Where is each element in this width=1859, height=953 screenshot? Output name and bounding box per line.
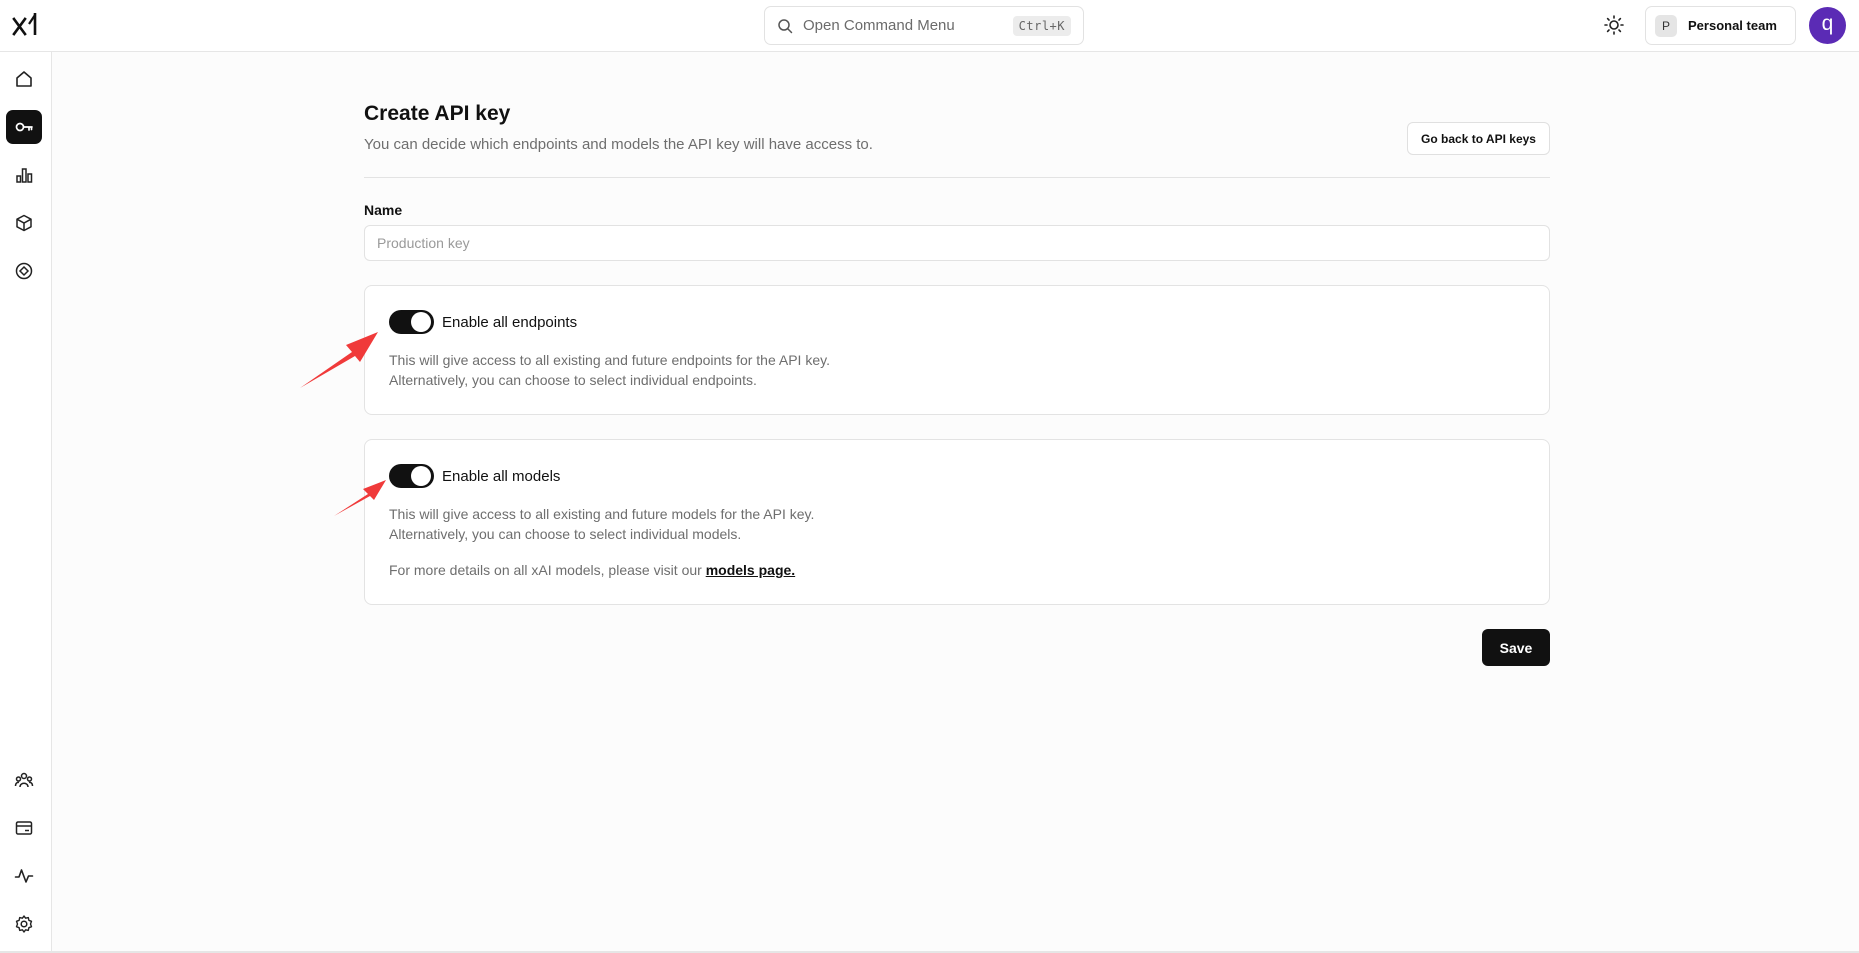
- sun-icon[interactable]: [1603, 14, 1625, 36]
- sidebar-item-team[interactable]: [6, 763, 42, 797]
- sidebar-item-home[interactable]: [6, 62, 42, 96]
- key-icon: [15, 122, 33, 132]
- models-desc-line2: Alternatively, you can choose to select …: [389, 526, 742, 542]
- endpoints-description: This will give access to all existing an…: [389, 350, 830, 390]
- xai-logo[interactable]: [10, 10, 40, 40]
- endpoints-card: Enable all endpoints This will give acce…: [364, 285, 1550, 415]
- name-label: Name: [364, 202, 403, 218]
- sidebar-item-billing[interactable]: [6, 811, 42, 845]
- command-menu-button[interactable]: Open Command Menu Ctrl+K: [764, 6, 1084, 45]
- sidebar-item-settings[interactable]: [6, 907, 42, 941]
- command-menu-placeholder: Open Command Menu: [803, 17, 955, 34]
- team-badge: P: [1655, 14, 1677, 37]
- bar-chart-icon: [16, 168, 33, 183]
- app-root: Open Command Menu Ctrl+K P Personal team…: [0, 0, 1859, 953]
- toggle-knob: [411, 466, 431, 486]
- cube-icon: [16, 214, 32, 232]
- avatar[interactable]: q: [1809, 7, 1846, 44]
- team-icon: [14, 772, 34, 788]
- team-switcher[interactable]: P Personal team: [1645, 6, 1796, 45]
- activity-icon: [14, 869, 34, 883]
- annotation-arrow-models: [334, 480, 386, 516]
- page-title: Create API key: [364, 102, 511, 125]
- enable-all-endpoints-toggle[interactable]: [389, 310, 434, 334]
- endpoints-desc-line1: This will give access to all existing an…: [389, 352, 830, 368]
- toggle-knob: [411, 312, 431, 332]
- models-desc-line1: This will give access to all existing an…: [389, 506, 815, 522]
- save-button[interactable]: Save: [1482, 629, 1550, 666]
- page-subtitle: You can decide which endpoints and model…: [364, 136, 873, 153]
- compass-icon: [15, 262, 33, 280]
- settings-icon: [15, 915, 33, 933]
- home-icon: [16, 71, 32, 87]
- billing-icon: [15, 821, 33, 835]
- models-toggle-row: Enable all models: [389, 464, 560, 488]
- models-details-text: For more details on all xAI models, plea…: [389, 562, 706, 578]
- sidebar-item-explore[interactable]: [6, 254, 42, 288]
- models-toggle-label: Enable all models: [442, 467, 561, 485]
- go-back-button[interactable]: Go back to API keys: [1407, 122, 1550, 155]
- endpoints-toggle-label: Enable all endpoints: [442, 313, 578, 331]
- sidebar: [0, 52, 52, 953]
- name-input[interactable]: [364, 225, 1550, 261]
- endpoints-toggle-row: Enable all endpoints: [389, 310, 577, 334]
- endpoints-desc-line2: Alternatively, you can choose to select …: [389, 372, 757, 388]
- sidebar-item-activity[interactable]: [6, 859, 42, 893]
- sidebar-item-api-keys[interactable]: [6, 110, 42, 144]
- sidebar-item-usage[interactable]: [6, 158, 42, 192]
- sidebar-item-models[interactable]: [6, 206, 42, 240]
- header-divider: [364, 177, 1550, 178]
- search-icon: [778, 18, 793, 33]
- models-card: Enable all models This will give access …: [364, 439, 1550, 605]
- command-menu-shortcut: Ctrl+K: [1012, 15, 1071, 36]
- enable-all-models-toggle[interactable]: [389, 464, 434, 488]
- models-details: For more details on all xAI models, plea…: [389, 560, 795, 580]
- models-description: This will give access to all existing an…: [389, 504, 814, 544]
- top-bar: Open Command Menu Ctrl+K P Personal team…: [0, 0, 1859, 52]
- annotation-arrow-endpoints: [300, 332, 378, 388]
- team-name: Personal team: [1688, 18, 1777, 33]
- models-page-link[interactable]: models page.: [706, 562, 795, 578]
